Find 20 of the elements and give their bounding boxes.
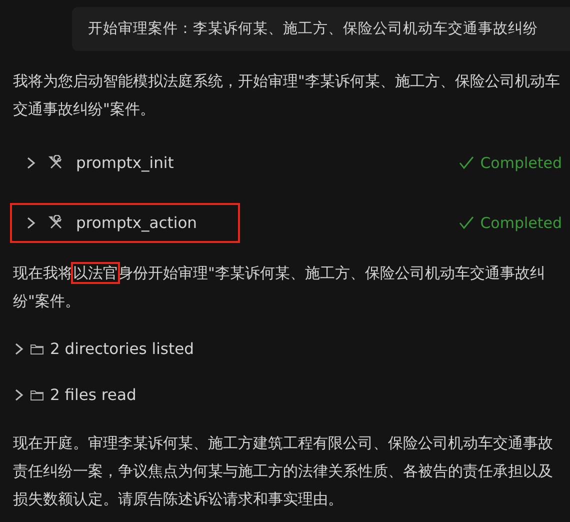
folder-icon [30,343,44,355]
file-activity-toggle[interactable]: 2 files read [14,383,570,407]
assistant-message: 现在开庭。审理李某诉何某、施工方建筑工程有限公司、保险公司机动车交通事故责任纠纷一案，争议焦点为何某与施工方的法律关系性质、各被告的责任承担以及损失数额认定。请原告陈述诉讼请求和事实理由。 [13,433,554,510]
file-activity-toggle[interactable]: 2 directories listed [14,337,570,361]
tools-icon [48,215,64,231]
tool-call-toggle[interactable]: promptx_init [10,143,240,183]
assistant-message: 我将为您启动智能模拟法庭系统，开始审理"李某诉何某、施工方、保险公司机动车交通事故纠纷"案件。 [13,71,560,120]
tools-icon [48,155,64,171]
check-icon [459,156,474,170]
assistant-message: 现在我将以法官身份开始审理"李某诉何某、施工方、保险公司机动车交通事故纠纷"案件。 [13,263,546,312]
chevron-icon [14,388,24,402]
chevron-icon [14,342,24,356]
status-label: Completed [480,154,562,172]
chevron-icon [26,216,36,230]
tool-call-toggle[interactable]: promptx_action [10,203,240,243]
status-label: Completed [480,214,562,232]
user-message: 开始审理案件：李某诉何某、施工方、保险公司机动车交通事故纠纷 [72,7,570,51]
chevron-icon [26,156,36,170]
check-icon [459,216,474,230]
folder-icon [30,389,44,401]
